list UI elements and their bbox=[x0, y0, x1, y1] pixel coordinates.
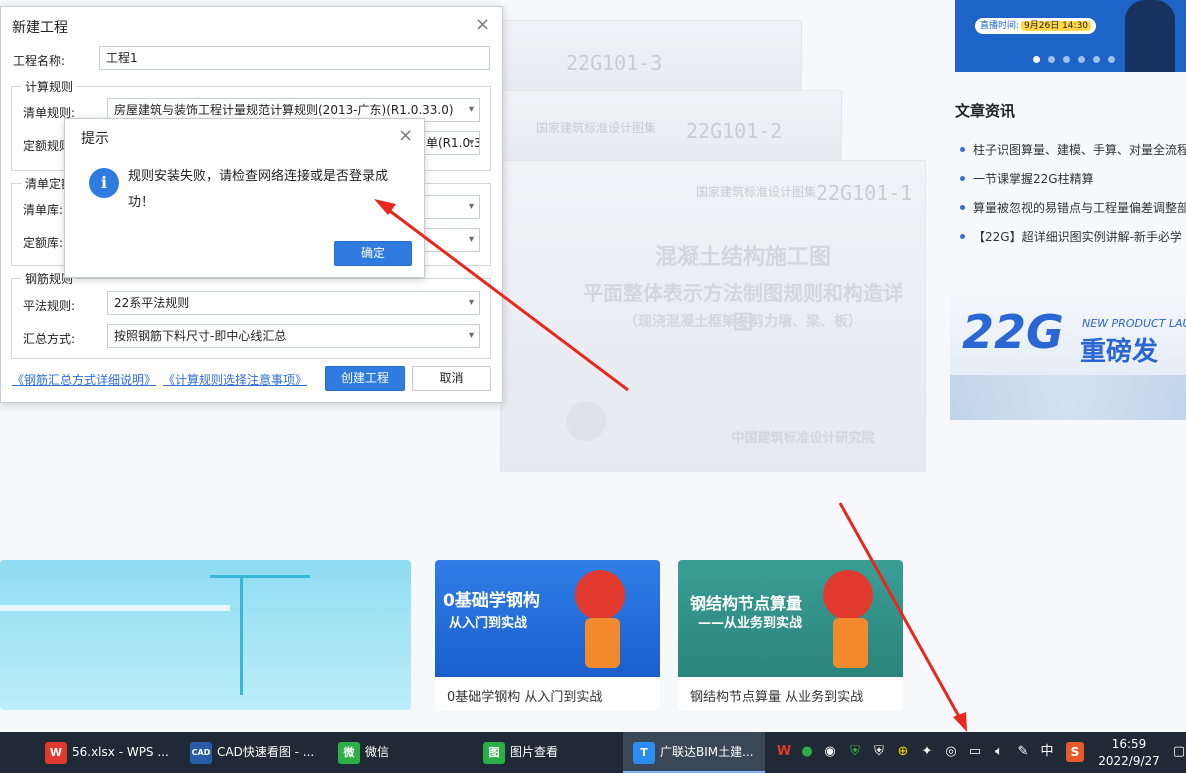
notification-icon[interactable]: ▢ bbox=[1170, 742, 1186, 762]
image-viewer-icon: 图 bbox=[483, 741, 505, 764]
ime-indicator[interactable]: 中 bbox=[1038, 742, 1056, 762]
cad-icon: CAD bbox=[190, 741, 212, 764]
security-icon[interactable]: ⛨ bbox=[870, 742, 888, 762]
taskbar: W 56.xlsx - WPS ... CAD CAD快速看图 - ... 微微信 … bbox=[0, 732, 1186, 773]
taskbar-item-wps[interactable]: W 56.xlsx - WPS ... bbox=[45, 732, 180, 773]
volume-icon[interactable]: 🔈︎ bbox=[990, 742, 1008, 762]
plus-icon[interactable]: ⊕ bbox=[894, 742, 912, 762]
wps-tray-icon[interactable]: W bbox=[775, 742, 793, 762]
network-icon[interactable]: ▭ bbox=[966, 742, 984, 762]
wechat-tray-icon[interactable]: ● bbox=[798, 742, 816, 762]
mic-icon[interactable]: ✎ bbox=[1014, 742, 1032, 762]
qq-tray-icon[interactable]: ◉ bbox=[821, 742, 839, 762]
arrow-to-alert bbox=[381, 203, 629, 392]
annotation-arrows bbox=[374, 199, 967, 732]
arrow-to-tray bbox=[838, 502, 964, 723]
glodon-icon: T bbox=[633, 741, 655, 764]
camera-icon[interactable]: ◎ bbox=[942, 742, 960, 762]
wechat-icon: 微 bbox=[338, 741, 360, 764]
clock[interactable]: 16:59 2022/9/27 bbox=[1094, 736, 1164, 770]
taskbar-item-wechat[interactable]: 微微信 bbox=[338, 732, 473, 773]
taskbar-item-glodon-bim[interactable]: T 广联达BIM土建... bbox=[623, 732, 765, 773]
taskbar-item-cad[interactable]: CAD CAD快速看图 - ... bbox=[190, 732, 328, 773]
clock-time: 16:59 bbox=[1111, 737, 1147, 751]
taskbar-item-image-viewer[interactable]: 图图片查看 bbox=[483, 732, 618, 773]
wps-icon: W bbox=[45, 741, 67, 764]
shield-icon[interactable]: ⛨ bbox=[846, 742, 864, 762]
sogou-icon[interactable]: S bbox=[1066, 742, 1084, 762]
arrow-head bbox=[953, 712, 967, 732]
network-app-icon[interactable]: ✦ bbox=[918, 742, 936, 762]
clock-date: 2022/9/27 bbox=[1098, 754, 1160, 768]
